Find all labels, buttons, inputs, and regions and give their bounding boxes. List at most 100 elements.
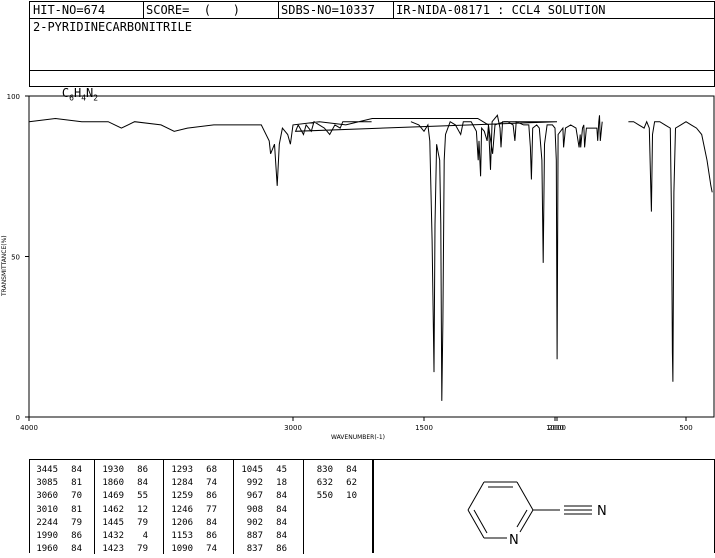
- peak-row: 830 84: [305, 464, 357, 477]
- y-axis-label: TRANSMITTANCE(%): [1, 235, 8, 297]
- peak-wavenumber: 1206: [171, 517, 193, 528]
- peak-row: 1293 68: [165, 464, 217, 477]
- peak-transmittance: 84: [276, 531, 287, 542]
- peak-row: 1246 77: [165, 504, 217, 517]
- peak-column: 1045 45 992 18 967 84 908 84 902 84 887 84 837 86: [235, 464, 287, 556]
- peak-transmittance: 86: [206, 491, 217, 502]
- peak-transmittance: 86: [206, 531, 217, 542]
- peak-row: 1445 79: [96, 517, 148, 530]
- peak-row: 1462 12: [96, 504, 148, 517]
- peak-row: 992 18: [235, 477, 287, 490]
- peak-transmittance: 84: [346, 465, 357, 475]
- peak-row: 1284 74: [165, 477, 217, 490]
- ring-bond: [516, 481, 534, 511]
- peak-transmittance: 86: [276, 544, 287, 555]
- peak-column: 3445 84 3085 81 3060 70 3010 81 2244 79 1990 86 1960…: [30, 464, 82, 556]
- peak-wavenumber: 3060: [36, 491, 58, 502]
- peak-col-divider: [94, 460, 95, 554]
- x-tick-label: 3000: [284, 424, 302, 432]
- peak-col-divider: [233, 460, 234, 554]
- peak-row: 3060 70: [30, 490, 82, 503]
- peak-row: 1960 84: [30, 543, 82, 556]
- peak-wavenumber: 1045: [241, 465, 263, 475]
- peak-wavenumber: 887: [246, 531, 263, 542]
- peak-row: 632 62: [305, 477, 357, 490]
- peak-row: 1045 45: [235, 464, 287, 477]
- spectrum-segment: [410, 114, 603, 401]
- peak-wavenumber: 550: [316, 491, 333, 502]
- peak-wavenumber: 1090: [171, 544, 193, 555]
- peak-wavenumber: 3445: [36, 465, 58, 475]
- molecule-structure: N N: [467, 481, 607, 548]
- peak-transmittance: 79: [137, 517, 148, 528]
- peak-row: 1090 74: [165, 543, 217, 556]
- peak-row: 1259 86: [165, 490, 217, 503]
- peak-row: 902 84: [235, 517, 287, 530]
- ring-double-bond: [516, 509, 528, 528]
- y-tick-label: 0: [16, 414, 20, 422]
- peak-transmittance: 81: [71, 504, 82, 515]
- peak-row: 3010 81: [30, 504, 82, 517]
- peak-row: 1469 55: [96, 490, 148, 503]
- peak-row: 550 10: [305, 490, 357, 503]
- peak-wavenumber: 1462: [102, 504, 124, 515]
- peak-transmittance: 68: [206, 465, 217, 475]
- peak-row: 3085 81: [30, 477, 82, 490]
- peak-row: 837 86: [235, 543, 287, 556]
- peak-wavenumber: 1445: [102, 517, 124, 528]
- x-tick-label: 1500: [415, 424, 433, 432]
- peak-row: 1423 79: [96, 543, 148, 556]
- peak-wavenumber: 837: [246, 544, 263, 555]
- spectrum-segment: [628, 120, 713, 382]
- peak-row: 3445 84: [30, 464, 82, 477]
- peak-transmittance: 84: [71, 544, 82, 555]
- ring-double-bond: [473, 509, 488, 534]
- peak-wavenumber: 1960: [36, 544, 58, 555]
- peak-column: 1293 68 1284 74 1259 86 1246 77 1206 84 1153 86 1090…: [165, 464, 217, 556]
- peak-wavenumber: 3010: [36, 504, 58, 515]
- plot-frame: [28, 95, 715, 418]
- peak-transmittance: 86: [137, 465, 148, 475]
- peak-row: 1206 84: [165, 517, 217, 530]
- peak-wavenumber: 1990: [36, 531, 58, 542]
- ring-bond: [519, 509, 534, 533]
- peak-column: 830 84 632 62 550 10: [305, 464, 357, 504]
- peak-transmittance: 77: [206, 504, 217, 515]
- peak-table: 3445 84 3085 81 3060 70 3010 81 2244 79 1990 86 1960…: [29, 459, 373, 556]
- peak-row: 1860 84: [96, 477, 148, 490]
- peak-transmittance: 4: [142, 531, 148, 542]
- x-tick-label: 4000: [20, 424, 38, 432]
- peak-wavenumber: 1153: [171, 531, 193, 542]
- ir-spectrum-chart: 050100 4000 3000 20001500 1000 500 TRANSMITT…: [1, 93, 715, 441]
- peak-row: 1930 86: [96, 464, 148, 477]
- peak-transmittance: 62: [346, 478, 357, 489]
- peak-transmittance: 84: [276, 491, 287, 502]
- peak-wavenumber: 1860: [102, 478, 124, 489]
- peak-wavenumber: 1423: [102, 544, 124, 555]
- peak-wavenumber: 2244: [36, 517, 58, 528]
- peak-transmittance: 45: [276, 465, 287, 475]
- x-tick-label: 1000: [546, 424, 564, 432]
- peak-transmittance: 84: [206, 517, 217, 528]
- peak-wavenumber: 1930: [102, 465, 124, 475]
- peak-wavenumber: 1432: [102, 531, 124, 542]
- peak-row: 967 84: [235, 490, 287, 503]
- peak-row: 908 84: [235, 504, 287, 517]
- peak-transmittance: 79: [137, 544, 148, 555]
- peak-transmittance: 10: [346, 491, 357, 502]
- peak-transmittance: 12: [137, 504, 148, 515]
- peak-wavenumber: 902: [246, 517, 263, 528]
- peak-wavenumber: 1284: [171, 478, 193, 489]
- peak-column: 1930 86 1860 84 1469 55 1462 12 1445 79 1432 4 1423 7…: [96, 464, 148, 556]
- peak-row: 1432 4: [96, 530, 148, 543]
- x-tick-label: 500: [679, 424, 692, 432]
- peak-wavenumber: 1246: [171, 504, 193, 515]
- peak-row: 887 84: [235, 530, 287, 543]
- peak-col-divider: [163, 460, 164, 554]
- peak-row: 2244 79: [30, 517, 82, 530]
- peak-wavenumber: 632: [316, 478, 333, 489]
- peak-wavenumber: 1259: [171, 491, 193, 502]
- peak-transmittance: 74: [206, 544, 217, 555]
- peak-row: 1153 86: [165, 530, 217, 543]
- peak-transmittance: 86: [71, 531, 82, 542]
